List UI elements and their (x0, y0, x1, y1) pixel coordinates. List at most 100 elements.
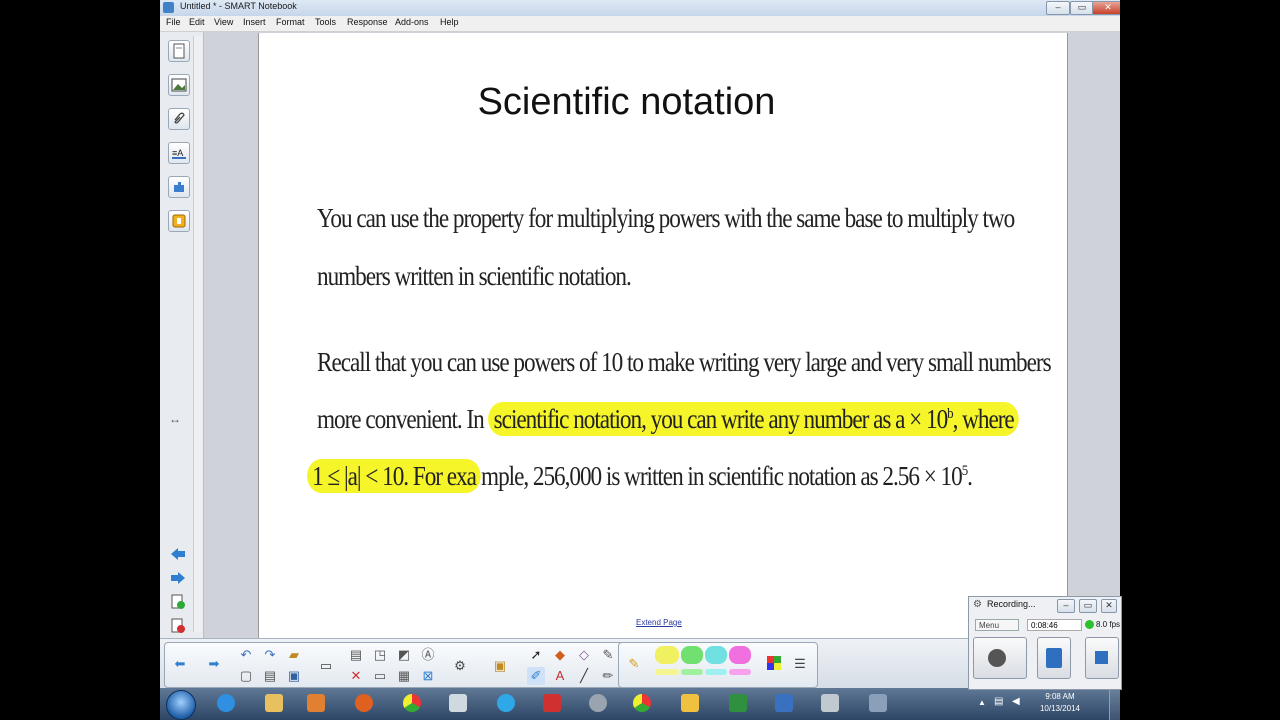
firefox-icon[interactable] (346, 691, 382, 717)
text-run: more convenient. In (317, 404, 489, 434)
thin-green-swatch[interactable] (681, 669, 703, 675)
save-icon[interactable]: ▣ (285, 667, 303, 685)
previous-page-button[interactable] (168, 544, 188, 564)
skype-icon[interactable] (488, 691, 524, 717)
recorder-maximize-button[interactable]: ▭ (1079, 599, 1097, 613)
text-tool-icon[interactable]: A (551, 667, 569, 685)
media-player-icon[interactable] (298, 691, 334, 717)
close-x-icon[interactable]: ⊠ (419, 667, 437, 685)
menu-format[interactable]: Format (276, 17, 305, 27)
recorder-close-button[interactable]: ✕ (1101, 599, 1117, 613)
smart-notebook-taskbar-icon[interactable] (440, 691, 476, 717)
open-folder-icon[interactable]: ▰ (285, 646, 303, 664)
next-page-button[interactable] (168, 568, 188, 588)
yellow-pen-swatch[interactable] (655, 646, 679, 664)
recorder-menu-dropdown[interactable]: Menu (975, 619, 1019, 631)
resize-arrows-icon[interactable]: ↔ (169, 412, 181, 426)
pause-button[interactable] (1037, 637, 1071, 679)
notebook-page[interactable]: Scientific notation You can use the prop… (258, 33, 1068, 638)
shapes-icon[interactable]: ◆ (551, 646, 569, 664)
settings-app-icon[interactable] (580, 691, 616, 717)
response-icon[interactable]: ▣ (491, 657, 509, 675)
show-desktop-button[interactable] (1109, 688, 1120, 720)
pen-tool-icon[interactable]: ✐ (527, 667, 545, 685)
page-sorter-tab[interactable] (168, 40, 190, 62)
menu-bar: File Edit View Insert Format Tools Respo… (160, 16, 1120, 32)
delete-icon[interactable]: ✕ (347, 667, 365, 685)
minimize-button[interactable]: – (1046, 1, 1070, 15)
volume-icon[interactable]: ◀ (1012, 696, 1020, 707)
tray-expand-icon[interactable]: ▲ (978, 698, 986, 707)
clock-date[interactable]: 10/13/2014 (1030, 704, 1090, 713)
delete-page-button[interactable] (168, 616, 188, 636)
line-tool-icon[interactable]: ╱ (575, 667, 593, 685)
back-arrow-icon[interactable]: ⬅ (171, 655, 189, 673)
green-pen-swatch[interactable] (681, 646, 703, 664)
record-button[interactable] (973, 637, 1027, 679)
gallery-tab[interactable] (168, 74, 190, 96)
internet-explorer-icon[interactable] (208, 691, 244, 717)
screen-icon[interactable]: ▭ (371, 667, 389, 685)
screen-display-icon[interactable]: ▭ (317, 657, 335, 675)
highlighter-icon[interactable]: ✎ (625, 655, 643, 673)
extend-page-link[interactable]: Extend Page (636, 618, 682, 627)
menu-file[interactable]: File (166, 17, 181, 27)
add-ons-tab[interactable] (168, 176, 190, 198)
pink-pen-swatch[interactable] (729, 646, 751, 664)
menu-response[interactable]: Response (347, 17, 388, 27)
menu-view[interactable]: View (214, 17, 233, 27)
menu-insert[interactable]: Insert (243, 17, 266, 27)
response-tab[interactable] (168, 210, 190, 232)
screen-shade-icon[interactable]: ◩ (395, 646, 413, 664)
start-button[interactable] (166, 690, 196, 720)
outlook-icon[interactable] (672, 691, 708, 717)
line-style-icon[interactable]: ☰ (791, 655, 809, 673)
adobe-reader-icon[interactable] (534, 691, 570, 717)
network-icon[interactable]: ▤ (994, 696, 1003, 707)
add-page-button[interactable] (168, 592, 188, 612)
print-icon[interactable]: ▤ (261, 667, 279, 685)
menu-add-ons[interactable]: Add-ons (395, 17, 429, 27)
undo-icon[interactable]: ↶ (237, 646, 255, 664)
thin-pink-swatch[interactable] (729, 669, 751, 675)
new-file-icon[interactable]: ▢ (237, 667, 255, 685)
attachments-tab[interactable] (168, 108, 190, 130)
notes-icon[interactable] (766, 691, 802, 717)
spell-check-icon[interactable]: Ⓐ (419, 646, 437, 664)
maximize-button[interactable]: ▭ (1070, 1, 1094, 15)
redo-icon[interactable]: ↷ (261, 646, 279, 664)
select-pointer-icon[interactable]: ➚ (527, 646, 545, 664)
recorder-minimize-button[interactable]: – (1057, 599, 1075, 613)
file-explorer-icon[interactable] (256, 691, 292, 717)
recorder-taskbar-icon[interactable] (860, 691, 896, 717)
cyan-pen-swatch[interactable] (705, 646, 727, 664)
excel-icon[interactable] (720, 691, 756, 717)
menu-tools[interactable]: Tools (315, 17, 336, 27)
calculator-icon[interactable] (812, 691, 848, 717)
windows-taskbar: ▲ ▤ ◀ 9:08 AM 10/13/2014 (160, 688, 1120, 720)
stop-button[interactable] (1085, 637, 1119, 679)
menu-edit[interactable]: Edit (189, 17, 205, 27)
puzzle-icon (174, 182, 184, 192)
thin-yellow-swatch[interactable] (655, 669, 679, 675)
table-icon[interactable]: ▦ (395, 667, 413, 685)
forward-arrow-icon[interactable]: ➡ (205, 655, 223, 673)
clock-time[interactable]: 9:08 AM (1030, 692, 1090, 701)
fill-icon[interactable]: ✎ (599, 646, 617, 664)
screen-capture-icon[interactable]: ◳ (371, 646, 389, 664)
chrome-icon[interactable] (394, 691, 430, 717)
paste-icon[interactable]: ▤ (347, 646, 365, 664)
thin-cyan-swatch[interactable] (705, 669, 727, 675)
eraser-icon[interactable]: ◇ (575, 646, 593, 664)
document-camera-icon[interactable]: ⚙ (451, 657, 469, 675)
magic-pen-icon[interactable]: ✏ (599, 667, 617, 685)
color-palette-icon[interactable] (765, 655, 783, 673)
sidebar-splitter[interactable] (193, 36, 202, 632)
menu-help[interactable]: Help (440, 17, 459, 27)
chrome-window-icon[interactable] (624, 691, 660, 717)
toolbar-group-navigation: ⬅ ➡ ↶ ↷ ▰ ▢ ▤ ▣ ▭ ▤ ◳ ◩ Ⓐ ✕ ▭ ▦ ⊠ ⚙ ▣ ➚ … (164, 642, 636, 688)
record-icon (988, 649, 1006, 667)
close-button[interactable]: ✕ (1092, 1, 1120, 15)
paragraph-2-line-2: more convenient. In scientific notation,… (317, 402, 1019, 436)
properties-tab[interactable]: ≡A (168, 142, 190, 164)
